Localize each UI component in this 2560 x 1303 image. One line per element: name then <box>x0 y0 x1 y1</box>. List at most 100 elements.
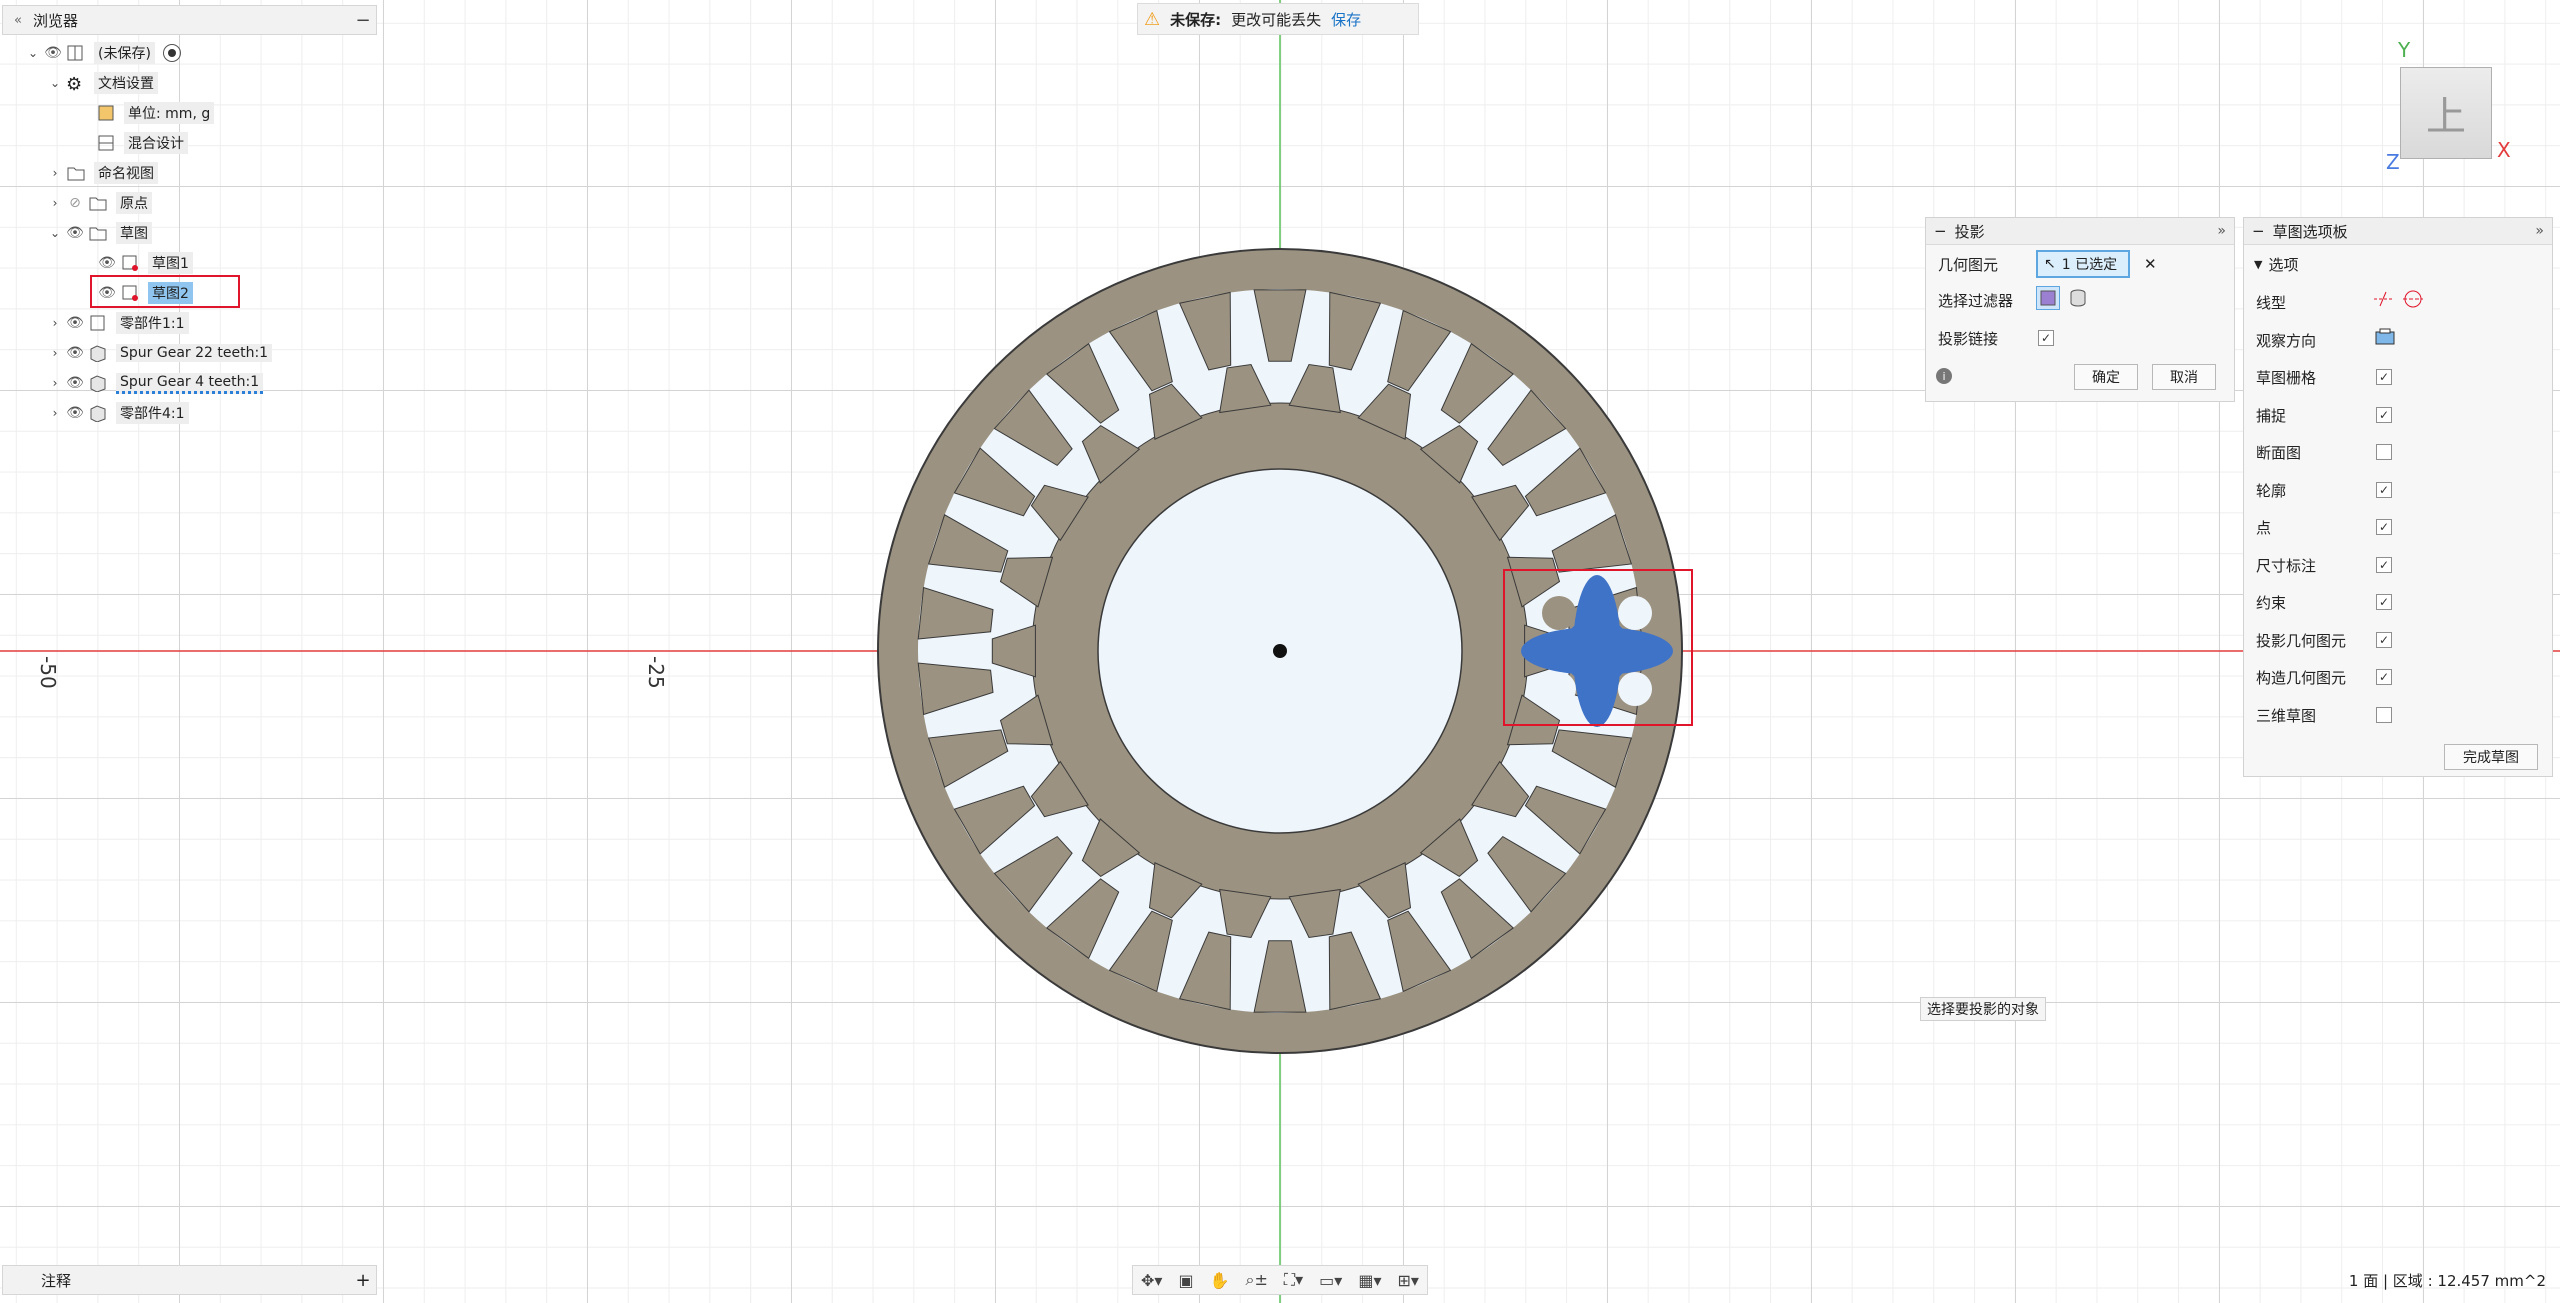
pan-icon[interactable]: ✋ <box>1210 1271 1230 1290</box>
filter-specified-entities-icon[interactable] <box>2036 286 2060 310</box>
grid-settings-icon[interactable]: ▦▾ <box>1358 1271 1381 1290</box>
option-label: 三维草图 <box>2256 707 2317 725</box>
tree-item-units[interactable]: 单位: mm, g <box>94 100 215 126</box>
projection-link-checkbox[interactable]: ✓ <box>2038 330 2054 346</box>
option-row-construction-geometry: 构造几何图元 <box>2256 667 2346 688</box>
display-settings-icon[interactable]: ▭▾ <box>1319 1271 1342 1290</box>
tree-item-spur-gear-22[interactable]: › 👁 Spur Gear 22 teeth:1 <box>46 340 273 366</box>
tree-item-sketches[interactable]: ⌄ 👁 草图 <box>46 220 152 246</box>
component-icon <box>66 44 88 62</box>
sketch-grid-checkbox[interactable]: ✓ <box>2376 369 2392 385</box>
eye-icon[interactable]: 👁 <box>42 45 64 61</box>
folder-icon <box>88 224 110 242</box>
linetype-row: 线型 <box>2256 292 2286 313</box>
navigation-toolbar: ✥▾ ▣ ✋ ⌕± ⛶▾ ▭▾ ▦▾ ⊞▾ <box>1132 1265 1428 1295</box>
body-icon <box>88 344 110 363</box>
projection-link-label: 投影链接 <box>1938 330 1999 348</box>
warning-icon: ⚠ <box>1144 8 1161 30</box>
expand-icon[interactable]: » <box>2217 223 2226 239</box>
profile-checkbox[interactable]: ✓ <box>2376 482 2392 498</box>
viewports-icon[interactable]: ⊞▾ <box>1398 1271 1419 1290</box>
tree-item-label: 零部件1:1 <box>116 312 189 334</box>
info-icon[interactable]: i <box>1936 368 1952 384</box>
comments-bar[interactable]: 注释 + <box>2 1265 377 1295</box>
chevron-right-icon[interactable]: › <box>46 196 64 210</box>
sketch-canvas[interactable] <box>0 0 2560 1303</box>
eye-icon[interactable]: 👁 <box>64 405 86 421</box>
option-row-constraints: 约束 <box>2256 592 2286 613</box>
projection-title: 投影 <box>1954 222 1985 241</box>
collapse-icon[interactable]: − <box>1934 222 1947 240</box>
snap-checkbox[interactable]: ✓ <box>2376 407 2392 423</box>
eye-icon[interactable]: 👁 <box>64 375 86 391</box>
look-at-icon[interactable] <box>2374 326 2396 352</box>
save-link[interactable]: 保存 <box>1331 9 1361 30</box>
add-comment-icon[interactable]: + <box>350 1270 376 1291</box>
cancel-button[interactable]: 取消 <box>2152 364 2216 390</box>
tree-item-named-views[interactable]: › 命名视图 <box>46 160 158 186</box>
minimize-icon[interactable]: − <box>350 10 376 31</box>
chevron-down-icon[interactable]: ⌄ <box>46 76 64 90</box>
chevron-right-icon[interactable]: › <box>46 346 64 360</box>
filter-row: 选择过滤器 <box>1938 290 2013 311</box>
filter-bodies-icon[interactable] <box>2068 288 2088 312</box>
constraints-checkbox[interactable]: ✓ <box>2376 594 2392 610</box>
chevron-right-icon[interactable]: › <box>46 406 64 420</box>
activate-radio-icon[interactable] <box>162 44 181 62</box>
dimensions-checkbox[interactable]: ✓ <box>2376 557 2392 573</box>
chevron-down-icon[interactable]: ⌄ <box>24 46 42 60</box>
sketch2-highlight-box <box>90 275 240 308</box>
units-icon <box>96 104 118 122</box>
option-row-slice: 断面图 <box>2256 442 2301 463</box>
collapse-icon[interactable]: − <box>2252 222 2265 240</box>
eye-icon[interactable]: 👁 <box>64 225 86 241</box>
geometry-row: 几何图元 <box>1938 254 1998 275</box>
tree-item-spur-gear-4[interactable]: › 👁 Spur Gear 4 teeth:1 <box>46 370 264 396</box>
tree-item-component4[interactable]: › 👁 零部件4:1 <box>46 400 189 426</box>
tree-item-component1[interactable]: › 👁 零部件1:1 <box>46 310 189 336</box>
tree-item-doc-settings[interactable]: ⌄ ⚙ 文档设置 <box>46 70 158 96</box>
tree-item-label: 原点 <box>116 192 152 214</box>
origin-point <box>1273 644 1287 658</box>
eye-hidden-icon[interactable]: ⊘ <box>64 195 86 211</box>
tree-item-origin[interactable]: › ⊘ 原点 <box>46 190 152 216</box>
option-label: 草图栅格 <box>2256 369 2317 387</box>
fit-icon[interactable]: ⛶▾ <box>1284 1270 1303 1290</box>
chevron-right-icon[interactable]: › <box>46 376 64 390</box>
geometry-select-button[interactable]: ↖ 1 已选定 <box>2036 250 2130 278</box>
3d-sketch-checkbox[interactable] <box>2376 707 2392 723</box>
eye-icon[interactable]: 👁 <box>64 315 86 331</box>
axis-label-y: Y <box>2398 38 2411 62</box>
eye-icon[interactable]: 👁 <box>96 255 118 271</box>
finish-sketch-button[interactable]: 完成草图 <box>2444 744 2538 770</box>
zoom-icon[interactable]: ⌕± <box>1246 1270 1268 1290</box>
sketch-palette-title: 草图选项板 <box>2272 222 2348 241</box>
look-at-icon[interactable]: ▣ <box>1178 1271 1193 1290</box>
tree-item-sketch1[interactable]: 👁 草图1 <box>96 250 193 276</box>
construction-line-icon[interactable] <box>2372 288 2394 314</box>
ok-button[interactable]: 确定 <box>2074 364 2138 390</box>
slice-checkbox[interactable] <box>2376 444 2392 460</box>
centerline-icon[interactable] <box>2402 288 2424 314</box>
expand-icon[interactable]: » <box>2535 223 2544 239</box>
option-label: 捕捉 <box>2256 407 2287 425</box>
orbit-icon[interactable]: ✥▾ <box>1141 1271 1162 1290</box>
axis-label-z: Z <box>2386 150 2400 174</box>
collapse-panel-icon[interactable]: « <box>3 13 33 28</box>
options-section-header[interactable]: ▼ 选项 <box>2254 254 2298 275</box>
construction-geometry-checkbox[interactable]: ✓ <box>2376 669 2392 685</box>
eye-icon[interactable]: 👁 <box>64 345 86 361</box>
chevron-right-icon[interactable]: › <box>46 316 64 330</box>
points-checkbox[interactable]: ✓ <box>2376 519 2392 535</box>
tree-item-label: 草图 <box>116 222 152 244</box>
tree-item-root[interactable]: ⌄ 👁 (未保存) <box>24 40 181 66</box>
tree-item-hybrid[interactable]: 混合设计 <box>94 130 188 156</box>
clear-selection-icon[interactable]: ✕ <box>2144 255 2157 273</box>
browser-title: 浏览器 <box>33 11 79 30</box>
option-label: 轮廓 <box>2256 482 2287 500</box>
view-cube[interactable]: 上 <box>2400 67 2492 159</box>
chevron-down-icon[interactable]: ⌄ <box>46 226 64 240</box>
tree-item-label: Spur Gear 4 teeth:1 <box>116 372 264 394</box>
chevron-right-icon[interactable]: › <box>46 166 64 180</box>
projected-geometry-checkbox[interactable]: ✓ <box>2376 632 2392 648</box>
